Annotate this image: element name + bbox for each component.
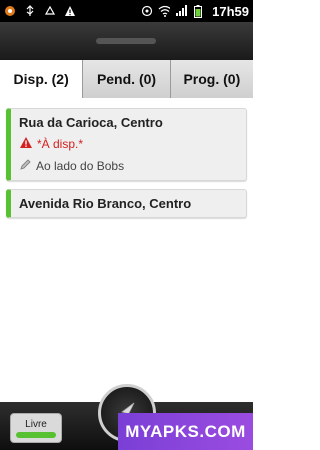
clock: 17h59 <box>212 3 249 19</box>
tab-disponiveis[interactable]: Disp. (2) <box>0 60 83 98</box>
pencil-icon <box>19 158 32 174</box>
availability-label: Livre <box>25 418 47 430</box>
wifi-icon <box>158 5 171 17</box>
note-text: Ao lado do Bobs <box>36 159 125 173</box>
warning-icon <box>64 5 76 17</box>
availability-indicator <box>16 431 56 438</box>
tab-bar: Disp. (2) Pend. (0) Prog. (0) <box>0 60 253 98</box>
address-title: Rua da Carioca, Centro <box>19 115 163 130</box>
tab-pendentes[interactable]: Pend. (0) <box>82 60 170 98</box>
warning-row: *À disp.* <box>19 136 238 152</box>
target-icon <box>141 5 153 17</box>
status-bar-left <box>4 5 76 17</box>
status-bar: 17h59 <box>0 0 253 22</box>
ride-list: Rua da Carioca, Centro *À disp.* Ao lado… <box>6 108 247 226</box>
warning-text: *À disp.* <box>37 137 84 151</box>
note-row: Ao lado do Bobs <box>19 158 238 174</box>
drawer-handle[interactable] <box>96 38 156 44</box>
watermark: MYAPKS.COM <box>118 413 253 450</box>
app-header <box>0 22 253 60</box>
usb-icon <box>24 5 36 17</box>
list-item[interactable]: Rua da Carioca, Centro *À disp.* Ao lado… <box>6 108 247 181</box>
address-title: Avenida Rio Branco, Centro <box>19 196 192 211</box>
list-item[interactable]: Avenida Rio Branco, Centro <box>6 189 247 218</box>
signal-icon <box>175 5 188 17</box>
tab-label: Disp. (2) <box>13 71 69 87</box>
battery-icon <box>192 4 204 18</box>
tab-programados[interactable]: Prog. (0) <box>169 60 253 98</box>
app-badge-icon <box>4 5 16 17</box>
recycle-icon <box>44 5 56 17</box>
tab-label: Pend. (0) <box>96 71 157 87</box>
status-bar-right: 17h59 <box>141 4 249 19</box>
warning-icon <box>19 136 33 152</box>
availability-toggle[interactable]: Livre <box>10 413 62 443</box>
tab-label: Prog. (0) <box>183 71 241 87</box>
